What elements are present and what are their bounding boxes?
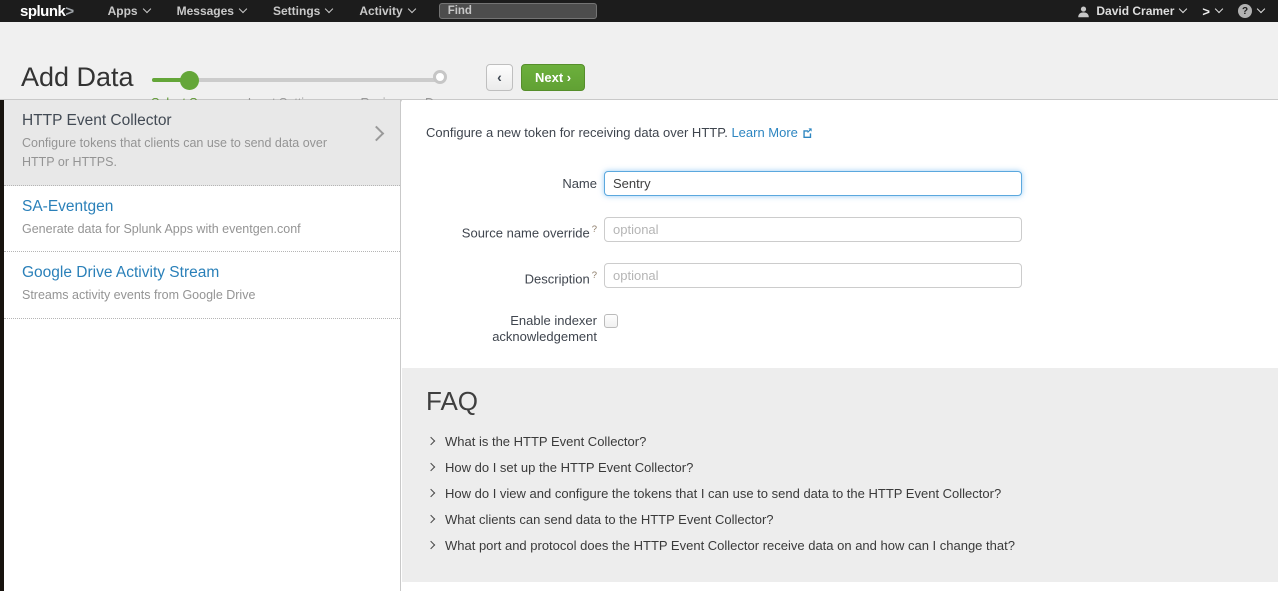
source-override-field-label: Source name override?	[426, 217, 597, 245]
faq-title: FAQ	[426, 386, 478, 417]
help-menu[interactable]: ?	[1238, 4, 1264, 18]
chevron-right-icon	[427, 489, 435, 497]
name-field-row: Name	[426, 171, 1022, 196]
faq-item[interactable]: What port and protocol does the HTTP Eve…	[428, 532, 1015, 558]
learn-more-label: Learn More	[731, 125, 797, 140]
help-icon: ?	[1238, 4, 1252, 18]
chevron-down-icon	[239, 5, 247, 13]
faq-item[interactable]: What is the HTTP Event Collector?	[428, 428, 1015, 454]
step-dot-select-source	[180, 71, 199, 90]
source-override-input[interactable]	[604, 217, 1022, 242]
splunk-logo-text: splunk	[20, 3, 65, 20]
find-search-input[interactable]	[439, 3, 597, 19]
splunk-logo[interactable]: splunk>	[20, 3, 74, 20]
indexer-ack-label-line1: Enable indexer	[426, 313, 597, 329]
top-nav-menu: Apps Messages Settings Activity	[108, 4, 415, 18]
source-item-description: Streams activity events from Google Driv…	[22, 286, 344, 305]
nav-item-settings[interactable]: Settings	[273, 4, 332, 18]
indexer-ack-label-line2: acknowledgement	[426, 329, 597, 345]
description-field-row: Description?	[426, 263, 1022, 291]
source-list-sidebar: HTTP Event Collector Configure tokens th…	[4, 100, 401, 591]
help-tooltip-icon[interactable]: ?	[592, 270, 597, 281]
chevron-down-icon	[325, 5, 333, 13]
chevron-down-icon	[1215, 5, 1223, 13]
external-link-icon	[802, 127, 813, 138]
source-override-field-row: Source name override?	[426, 217, 1022, 245]
top-right-menus: David Cramer > ?	[1077, 4, 1278, 19]
token-config-panel: Configure a new token for receiving data…	[402, 100, 1278, 591]
indexer-ack-row: Enable indexer acknowledgement	[426, 313, 618, 345]
nav-item-activity-label: Activity	[359, 4, 402, 18]
faq-item[interactable]: How do I set up the HTTP Event Collector…	[428, 454, 1015, 480]
faq-item[interactable]: What clients can send data to the HTTP E…	[428, 506, 1015, 532]
indexer-ack-checkbox[interactable]	[604, 314, 618, 328]
faq-item[interactable]: How do I view and configure the tokens t…	[428, 480, 1015, 506]
chevron-right-icon	[369, 126, 385, 142]
description-input[interactable]	[604, 263, 1022, 288]
wizard-header: Add Data Select Source Input Settings Re…	[0, 22, 1278, 100]
greater-than-icon: >	[1202, 4, 1210, 19]
chevron-right-icon	[427, 437, 435, 445]
description-field-label: Description?	[426, 263, 597, 291]
intro-sentence: Configure a new token for receiving data…	[426, 125, 728, 140]
source-override-label-text: Source name override	[462, 225, 590, 240]
faq-question: How do I view and configure the tokens t…	[445, 486, 1001, 501]
faq-question: How do I set up the HTTP Event Collector…	[445, 460, 693, 475]
splunk-add-data-page: splunk> Apps Messages Settings Activity	[0, 0, 1278, 591]
source-item-title: SA-Eventgen	[22, 198, 344, 216]
faq-list: What is the HTTP Event Collector? How do…	[428, 428, 1015, 558]
chevron-down-icon	[407, 5, 415, 13]
nav-item-settings-label: Settings	[273, 4, 320, 18]
chevron-right-icon	[427, 515, 435, 523]
source-item-description: Generate data for Splunk Apps with event…	[22, 220, 344, 239]
source-item-google-drive-activity-stream[interactable]: Google Drive Activity Stream Streams act…	[4, 252, 400, 319]
user-avatar-icon	[1077, 5, 1090, 18]
faq-question: What clients can send data to the HTTP E…	[445, 512, 774, 527]
name-field-label: Name	[426, 171, 597, 196]
source-item-description: Configure tokens that clients can use to…	[22, 134, 344, 172]
chevron-right-icon	[427, 541, 435, 549]
name-input[interactable]	[604, 171, 1022, 196]
splunk-logo-mark: >	[65, 3, 73, 20]
faq-question: What port and protocol does the HTTP Eve…	[445, 538, 1015, 553]
nav-item-activity[interactable]: Activity	[359, 4, 414, 18]
learn-more-link[interactable]: Learn More	[731, 125, 812, 140]
chevron-down-icon	[1257, 5, 1265, 13]
chevron-down-icon	[142, 5, 150, 13]
source-item-title: Google Drive Activity Stream	[22, 264, 344, 282]
intro-text: Configure a new token for receiving data…	[426, 125, 813, 140]
chevron-right-icon	[427, 463, 435, 471]
faq-section: FAQ What is the HTTP Event Collector? Ho…	[402, 368, 1278, 582]
page-title: Add Data	[21, 62, 134, 93]
nav-item-messages[interactable]: Messages	[177, 4, 246, 18]
source-item-http-event-collector[interactable]: HTTP Event Collector Configure tokens th…	[4, 100, 400, 186]
nav-item-apps[interactable]: Apps	[108, 4, 150, 18]
source-item-sa-eventgen[interactable]: SA-Eventgen Generate data for Splunk App…	[4, 186, 400, 253]
faq-question: What is the HTTP Event Collector?	[445, 434, 646, 449]
user-name: David Cramer	[1096, 4, 1174, 18]
step-dot-done	[433, 70, 447, 84]
help-tooltip-icon[interactable]: ?	[592, 224, 597, 235]
user-menu[interactable]: David Cramer	[1077, 4, 1186, 18]
top-app-bar: splunk> Apps Messages Settings Activity	[0, 0, 1278, 22]
quick-links-menu[interactable]: >	[1202, 4, 1222, 19]
nav-item-apps-label: Apps	[108, 4, 138, 18]
source-item-title: HTTP Event Collector	[22, 112, 344, 130]
description-label-text: Description	[525, 271, 590, 286]
indexer-ack-label: Enable indexer acknowledgement	[426, 313, 597, 345]
nav-item-messages-label: Messages	[177, 4, 234, 18]
back-button[interactable]: ‹	[486, 64, 513, 91]
next-button[interactable]: Next ›	[521, 64, 585, 91]
chevron-down-icon	[1179, 5, 1187, 13]
